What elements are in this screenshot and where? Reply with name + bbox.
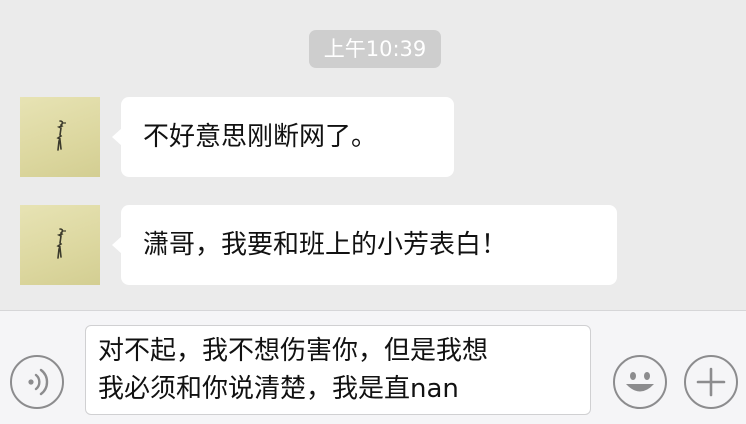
voice-icon bbox=[28, 368, 49, 396]
message-input[interactable]: 对不起，我不想伤害你，但是我想 我必须和你说清楚，我是直nan bbox=[85, 325, 591, 415]
input-line: 对不起，我不想伤害你，但是我想 bbox=[98, 336, 489, 366]
input-toolbar: 对不起，我不想伤害你，但是我想 我必须和你说清楚，我是直nan bbox=[0, 310, 746, 424]
message-timestamp: 上午10:39 bbox=[309, 30, 441, 68]
chat-message-list[interactable]: 上午10:39 不好意思刚断网了。 潇哥，我要和班上的小芳表白！ bbox=[0, 0, 746, 310]
message-bubble[interactable]: 不好意思刚断网了。 bbox=[112, 97, 454, 177]
input-line: 我必须和你说清楚，我是直nan bbox=[98, 374, 459, 404]
contact-avatar[interactable] bbox=[20, 97, 100, 177]
message-row: 潇哥，我要和班上的小芳表白！ bbox=[20, 205, 720, 285]
bird-icon bbox=[56, 120, 66, 151]
contact-avatar[interactable] bbox=[20, 205, 100, 285]
bird-icon bbox=[56, 228, 66, 259]
message-row: 不好意思刚断网了。 bbox=[20, 97, 720, 177]
plus-button[interactable] bbox=[684, 355, 738, 409]
emoji-button[interactable] bbox=[613, 355, 667, 409]
voice-button[interactable] bbox=[10, 355, 64, 409]
plus-icon bbox=[696, 367, 726, 397]
emoji-icon bbox=[626, 372, 654, 392]
message-bubble[interactable]: 潇哥，我要和班上的小芳表白！ bbox=[112, 205, 617, 285]
